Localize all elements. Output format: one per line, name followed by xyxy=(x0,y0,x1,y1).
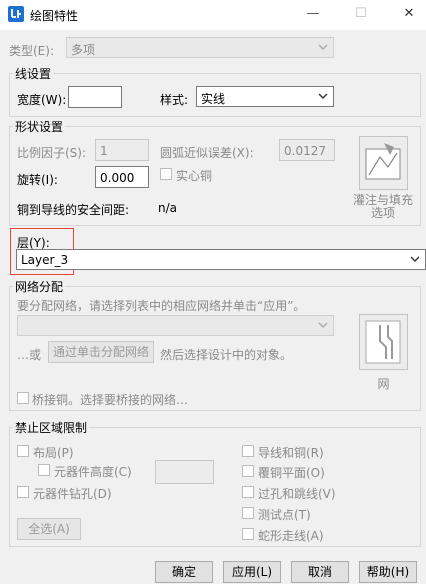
vias-jumpers-label: 过孔和跳线(V) xyxy=(258,487,336,501)
fill-options-button[interactable] xyxy=(359,136,408,190)
rotate-label: 旋转(I): xyxy=(17,173,58,187)
net-pick-button[interactable] xyxy=(359,314,408,370)
layer-select[interactable]: Layer_3 xyxy=(16,249,426,270)
net-pick-label: 网 xyxy=(377,377,390,391)
arc-error-input[interactable]: 0.0127 xyxy=(279,139,335,161)
vias-jumpers-checkbox[interactable] xyxy=(242,486,254,498)
type-select[interactable]: 多项 xyxy=(66,37,334,58)
assign-net-button[interactable]: 通过单击分配网络 xyxy=(48,341,154,363)
copper-plane-label: 覆铜平面(O) xyxy=(258,466,325,480)
component-height-label: 元器件高度(C) xyxy=(54,465,132,479)
layer-select-value: Layer_3 xyxy=(21,253,69,267)
style-select-value: 实线 xyxy=(201,92,226,106)
width-label: 宽度(W): xyxy=(17,93,67,107)
help-button[interactable]: 帮助(H) xyxy=(359,561,417,583)
apply-button[interactable]: 应用(L) xyxy=(223,561,281,583)
app-icon xyxy=(8,6,24,22)
style-label: 样式: xyxy=(160,93,189,107)
minimize-icon[interactable]: — xyxy=(302,4,324,24)
bridge-copper-label: 桥接铜。选择要桥接的网络… xyxy=(32,393,189,407)
component-height-input[interactable] xyxy=(155,460,214,484)
cancel-button[interactable]: 取消 xyxy=(291,561,349,583)
net-assign-title: 网络分配 xyxy=(13,278,66,295)
copper-plane-checkbox[interactable] xyxy=(242,465,254,477)
chevron-down-icon xyxy=(410,256,420,262)
select-all-button[interactable]: 全选(A) xyxy=(17,518,81,540)
pour-fill-icon xyxy=(365,143,401,180)
component-height-checkbox[interactable] xyxy=(38,464,50,476)
rotate-input-value: 0.000 xyxy=(100,171,135,185)
test-points-label: 测试点(T) xyxy=(258,508,311,522)
shape-settings-title: 形状设置 xyxy=(13,118,66,135)
component-drill-label: 元器件钻孔(D) xyxy=(33,487,112,501)
chevron-down-icon xyxy=(318,44,328,50)
serpentine-checkbox[interactable] xyxy=(242,528,254,540)
net-trace-icon xyxy=(365,320,401,364)
scale-input[interactable]: 1 xyxy=(95,139,149,161)
keepout-title: 禁止区域限制 xyxy=(13,419,90,436)
scale-label: 比例因子(S): xyxy=(17,146,87,160)
width-input[interactable] xyxy=(68,86,122,108)
scale-input-value: 1 xyxy=(100,144,108,158)
traces-copper-label: 导线和铜(R) xyxy=(258,446,324,460)
arc-error-value: 0.0127 xyxy=(284,144,326,158)
net-hint: 要分配网络，请选择列表中的相应网络并单击“应用”。 xyxy=(17,299,306,313)
bridge-copper-checkbox[interactable] xyxy=(17,392,29,404)
clearance-value: n/a xyxy=(158,201,178,215)
close-icon[interactable]: ✕ xyxy=(398,4,420,24)
arc-error-label: 圆弧近似误差(X): xyxy=(160,146,254,160)
window-title: 绘图特性 xyxy=(30,9,79,23)
net-then-text: 然后选择设计中的对象。 xyxy=(160,348,293,362)
rotate-input[interactable]: 0.000 xyxy=(95,166,149,188)
component-drill-checkbox[interactable] xyxy=(17,486,29,498)
fill-options-label: 灌注与填充选项 xyxy=(352,193,413,220)
solid-copper-checkbox[interactable] xyxy=(160,168,172,180)
placement-checkbox[interactable] xyxy=(17,445,29,457)
net-or-text: …或 xyxy=(17,348,42,362)
ok-button[interactable]: 确定 xyxy=(155,561,213,583)
serpentine-label: 蛇形走线(A) xyxy=(258,529,324,543)
type-select-value: 多项 xyxy=(71,43,96,57)
style-select[interactable]: 实线 xyxy=(196,86,334,107)
net-select[interactable] xyxy=(17,315,334,336)
placement-label: 布局(P) xyxy=(33,446,74,460)
clearance-label: 铜到导线的安全间距: xyxy=(17,203,130,217)
solid-copper-label: 实心铜 xyxy=(176,169,213,183)
chevron-down-icon xyxy=(318,93,328,99)
line-settings-title: 线设置 xyxy=(13,65,54,82)
chevron-down-icon xyxy=(318,322,328,328)
test-points-checkbox[interactable] xyxy=(242,507,254,519)
traces-copper-checkbox[interactable] xyxy=(242,445,254,457)
type-label: 类型(E): xyxy=(9,44,54,58)
maximize-icon[interactable]: ☐ xyxy=(350,4,372,24)
